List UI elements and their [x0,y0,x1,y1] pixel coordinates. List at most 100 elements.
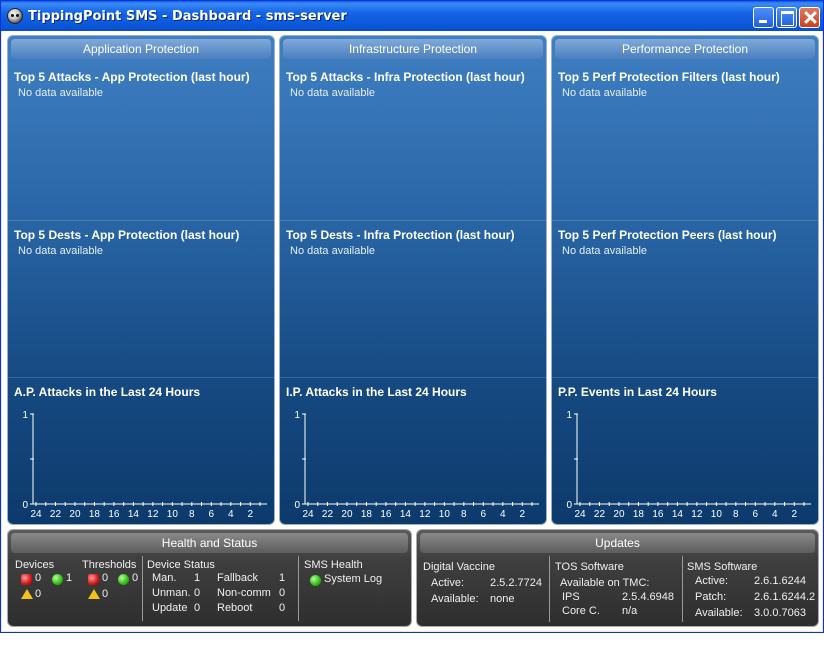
chart-title: A.P. Attacks in the Last 24 Hours [14,385,201,399]
y-tick-label: 0 [566,500,572,511]
divider [552,377,818,378]
x-tick-label: 14 [400,509,412,520]
dv-available-value[interactable]: none [490,593,514,605]
thresholds-ok-count[interactable]: 0 [132,572,138,584]
sms-software-label: SMS Software [687,561,758,573]
tos-ips-value[interactable]: 2.5.4.6948 [622,591,674,603]
status-row-value[interactable]: 0 [194,587,200,599]
y-tick-label: 0 [22,500,28,511]
divider [280,377,546,378]
section-title: Top 5 Dests - Infra Protection (last hou… [286,228,515,242]
x-tick-label: 12 [419,509,431,520]
separator [549,556,550,622]
section-title: Top 5 Dests - App Protection (last hour) [14,228,240,242]
sms-patch-label: Patch: [695,591,727,603]
x-tick-label: 12 [691,509,703,520]
app-window: TippingPoint SMS - Dashboard - sms-serve… [0,0,824,633]
dv-active-value[interactable]: 2.5.2.7724 [490,577,542,589]
dv-active-label: Active: [431,577,465,589]
no-data-message: No data available [562,87,648,99]
divider [552,220,818,221]
maximize-button[interactable] [776,7,797,28]
sms-active-value[interactable]: 2.6.1.6244 [754,575,806,587]
status-row-value[interactable]: 0 [279,602,285,614]
devices-label: Devices [15,559,55,571]
no-data-message: No data available [290,87,376,99]
x-tick-label: 4 [500,509,506,520]
x-tick-label: 22 [594,509,606,520]
separator [298,556,299,621]
app-logo-icon [7,8,23,24]
devices-ok-count[interactable]: 1 [66,572,72,584]
x-tick-label: 24 [302,509,314,520]
tos-core-label: Core C. [562,605,600,617]
attacks-24h-chart: 1024 22 20 18 16 14 12 10 8 6 4 2 [22,410,267,520]
x-tick-label: 6 [209,509,215,520]
status-row-label: Non-comm [217,587,271,599]
y-tick-label: 1 [22,410,28,421]
x-tick-label: 2 [791,509,797,520]
devices-warning-count[interactable]: 0 [35,588,41,600]
status-row-label: Reboot [217,602,253,614]
minimize-button[interactable] [753,7,774,28]
critical-status-icon [88,574,99,585]
thresholds-warning-count[interactable]: 0 [102,588,108,600]
panel-header: Performance Protection [555,39,815,59]
status-row-value[interactable]: 0 [194,602,200,614]
x-tick-label: 6 [481,509,487,520]
sms-available-label: Available: [695,607,743,619]
x-tick-label: 4 [228,509,234,520]
warning-status-icon [21,589,33,599]
divider [8,377,274,378]
x-tick-label: 16 [380,509,392,520]
x-tick-label: 6 [753,509,759,520]
no-data-message: No data available [18,87,104,99]
attacks-24h-chart: 1024 22 20 18 16 14 12 10 8 6 4 2 [294,410,539,520]
y-tick-label: 0 [294,500,300,511]
x-tick-label: 10 [167,509,179,520]
x-tick-label: 18 [361,509,373,520]
critical-status-icon [21,574,32,585]
chart-title: P.P. Events in Last 24 Hours [558,385,717,399]
x-tick-label: 12 [147,509,159,520]
x-tick-label: 20 [69,509,81,520]
thresholds-label: Thresholds [82,559,137,571]
events-24h-chart: 1024 22 20 18 16 14 12 10 8 6 4 2 [566,410,811,520]
x-tick-label: 24 [574,509,586,520]
devices-critical-count[interactable]: 0 [35,572,41,584]
no-data-message: No data available [562,245,648,257]
x-tick-label: 4 [772,509,778,520]
x-tick-label: 8 [733,509,739,520]
x-tick-label: 10 [439,509,451,520]
digital-vaccine-label: Digital Vaccine [423,561,495,573]
status-row-value[interactable]: 0 [279,587,285,599]
x-tick-label: 16 [108,509,120,520]
x-tick-label: 20 [341,509,353,520]
dashboard-content: Application Protection Top 5 Attacks - A… [2,31,822,631]
x-tick-label: 22 [322,509,334,520]
window-title: TippingPoint SMS - Dashboard - sms-serve… [28,9,347,24]
chart-title: I.P. Attacks in the Last 24 Hours [286,385,467,399]
infrastructure-protection-panel: Infrastructure Protection Top 5 Attacks … [279,35,547,525]
status-row-label: Man. [152,572,177,584]
dv-available-label: Available: [431,593,479,605]
section-title: Top 5 Attacks - Infra Protection (last h… [286,70,525,84]
close-button[interactable] [799,7,820,28]
sms-patch-value[interactable]: 2.6.1.6244.2 [754,591,815,603]
x-tick-label: 8 [461,509,467,520]
status-row-value[interactable]: 1 [194,572,200,584]
system-log-link[interactable]: System Log [324,573,382,585]
status-row-value[interactable]: 1 [279,572,285,584]
thresholds-critical-count[interactable]: 0 [102,572,108,584]
x-tick-label: 20 [613,509,625,520]
status-row-label: Unman. [152,587,191,599]
x-tick-label: 24 [30,509,42,520]
tos-ips-label: IPS [562,591,580,603]
tos-core-value[interactable]: n/a [622,605,637,617]
sms-available-value[interactable]: 3.0.0.7063 [754,607,806,619]
section-title: Top 5 Perf Protection Filters (last hour… [558,70,780,84]
x-tick-label: 14 [672,509,684,520]
title-bar[interactable]: TippingPoint SMS - Dashboard - sms-serve… [1,1,823,31]
updates-panel: Updates Digital Vaccine Active: 2.5.2.77… [416,529,819,627]
panel-header: Infrastructure Protection [283,39,543,59]
